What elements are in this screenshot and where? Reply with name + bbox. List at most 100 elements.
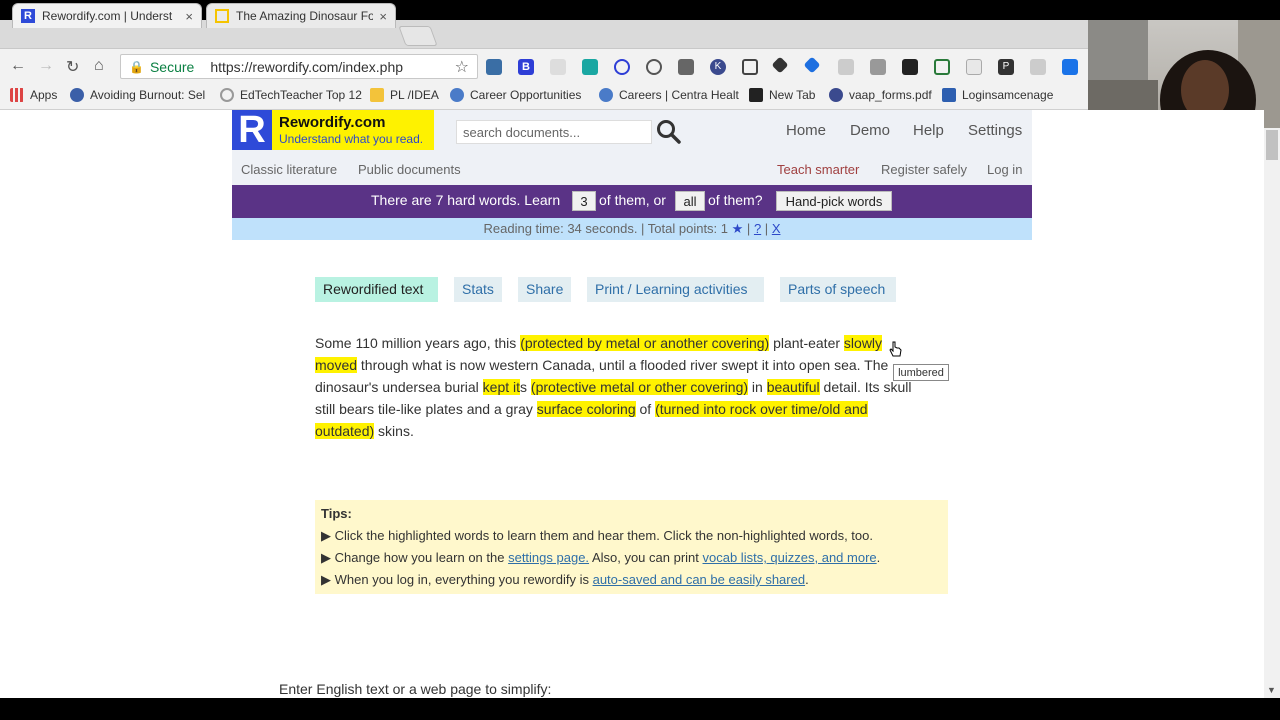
extension-icon[interactable] — [870, 59, 886, 75]
tab-parts-of-speech[interactable]: Parts of speech — [780, 277, 896, 302]
text[interactable]: dinosaur's undersea burial — [315, 379, 483, 395]
extension-icon[interactable] — [902, 59, 918, 75]
address-bar[interactable]: 🔒 Secure https://rewordify.com/index.php… — [120, 54, 478, 79]
play-extension-icon[interactable] — [614, 59, 630, 75]
national-geographic-favicon-icon — [215, 9, 229, 23]
highlighted-word[interactable]: slowly — [843, 335, 883, 351]
extension-b-icon[interactable]: B — [518, 59, 534, 75]
search-input[interactable]: search documents... — [456, 120, 652, 144]
highlighted-word[interactable]: beautiful — [766, 379, 820, 395]
bookmark-item[interactable]: Loginsamcenage — [942, 88, 1053, 102]
reading-time-bar: Reading time: 34 seconds. | Total points… — [232, 218, 1032, 240]
close-icon[interactable]: × — [185, 9, 193, 24]
highlighted-word[interactable]: moved — [315, 357, 358, 373]
tab-rewordify[interactable]: R Rewordify.com | Underst × — [12, 3, 202, 28]
highlighted-word[interactable]: surface coloring — [536, 401, 636, 417]
bookmark-item[interactable]: Avoiding Burnout: Sel — [70, 88, 205, 102]
nav-settings[interactable]: Settings — [968, 122, 1022, 139]
search-icon[interactable] — [656, 119, 682, 145]
extension-icon[interactable] — [582, 59, 598, 75]
subnav-classic-literature[interactable]: Classic literature — [241, 162, 337, 177]
home-icon[interactable]: ⌂ — [94, 57, 104, 75]
extension-icon[interactable] — [1030, 59, 1046, 75]
tab-print-learning-activities[interactable]: Print / Learning activities — [587, 277, 764, 302]
logo-title[interactable]: Rewordify.com — [279, 114, 385, 131]
subnav-login[interactable]: Log in — [987, 162, 1022, 177]
forward-arrow-icon[interactable]: → — [38, 57, 54, 75]
close-icon[interactable]: × — [379, 9, 387, 24]
nav-home[interactable]: Home — [786, 122, 826, 139]
highlighted-word[interactable]: kept it — [482, 379, 521, 395]
reload-icon[interactable]: ↻ — [66, 57, 79, 77]
text[interactable]: detail. Its skull — [820, 379, 912, 395]
hand-cursor-icon — [889, 341, 902, 357]
bookmark-item[interactable]: vaap_forms.pdf — [829, 88, 932, 102]
tip-item: ▶ Change how you learn on the settings p… — [321, 550, 881, 565]
subnav-public-documents[interactable]: Public documents — [358, 162, 461, 177]
bookmark-item[interactable]: Career Opportunities — [450, 88, 581, 102]
scroll-down-arrow-icon[interactable]: ▼ — [1267, 685, 1276, 695]
vocab-lists-link[interactable]: vocab lists, quizzes, and more — [703, 550, 877, 565]
text[interactable]: in — [748, 379, 767, 395]
sam-logo-icon — [942, 88, 956, 102]
extension-icon[interactable] — [742, 59, 758, 75]
settings-page-link[interactable]: settings page. — [508, 550, 589, 565]
bookmarks-bar: Apps Avoiding Burnout: Sel EdTechTeacher… — [0, 83, 1088, 110]
bookmark-apps[interactable]: Apps — [10, 88, 57, 102]
subnav-teach-smarter[interactable]: Teach smarter — [777, 162, 859, 177]
text[interactable]: through what is now western Canada, unti… — [357, 357, 888, 373]
text[interactable]: skins. — [374, 423, 414, 439]
globe-icon — [599, 88, 613, 102]
bookmark-item[interactable]: Careers | Centra Healt — [599, 88, 739, 102]
text[interactable]: still bears tile-like plates and a gray — [315, 401, 537, 417]
bullet-arrow-icon: ▶ — [321, 572, 331, 587]
text[interactable]: plant-eater — [769, 335, 844, 351]
help-link[interactable]: ? — [754, 221, 761, 236]
text[interactable]: s — [520, 379, 531, 395]
bookmark-item[interactable]: EdTechTeacher Top 12 — [220, 88, 362, 102]
text[interactable]: of — [636, 401, 655, 417]
screen-bottom-border — [0, 698, 1280, 720]
word-count-input[interactable]: 3 — [572, 191, 596, 211]
extension-p-icon[interactable]: P — [998, 59, 1014, 75]
text[interactable]: Some 110 million years ago, this — [315, 335, 520, 351]
bookmark-star-icon[interactable]: ☆ — [455, 57, 469, 77]
highlighted-word[interactable]: outdated) — [315, 423, 375, 439]
extension-icon[interactable] — [550, 59, 566, 75]
back-arrow-icon[interactable]: ← — [10, 57, 26, 75]
all-words-select[interactable]: all — [675, 191, 705, 211]
highlighted-word[interactable]: (protective metal or other covering) — [530, 379, 749, 395]
auto-saved-link[interactable]: auto-saved and can be easily shared — [593, 572, 805, 587]
scrollbar-thumb[interactable] — [1266, 130, 1278, 160]
highlighted-word[interactable]: (protected by metal or another covering) — [520, 335, 770, 351]
highlighted-word[interactable]: (turned into rock over time/old and — [655, 401, 868, 417]
logo-r-mark[interactable]: R — [232, 110, 272, 150]
tab-share[interactable]: Share — [518, 277, 571, 302]
subnav-register[interactable]: Register safely — [881, 162, 967, 177]
nav-help[interactable]: Help — [913, 122, 944, 139]
bookmark-folder[interactable]: PL /IDEA — [370, 88, 439, 102]
extension-icon[interactable] — [934, 59, 950, 75]
url-text: https://rewordify.com/index.php — [210, 58, 404, 75]
extension-icon[interactable] — [678, 59, 694, 75]
close-reading-bar-link[interactable]: X — [772, 221, 781, 236]
tab-stats[interactable]: Stats — [454, 277, 502, 302]
nav-demo[interactable]: Demo — [850, 122, 890, 139]
tab-rewordified-text[interactable]: Rewordified text — [315, 277, 438, 302]
page-scrollbar[interactable] — [1264, 128, 1280, 698]
new-tab-button[interactable] — [398, 26, 438, 46]
tab-dinosaur[interactable]: The Amazing Dinosaur Fo × — [206, 3, 396, 28]
extension-icon[interactable] — [486, 59, 502, 75]
star-icon: ★ — [731, 221, 744, 236]
tip-item: ▶ When you log in, everything you reword… — [321, 572, 809, 587]
extension-icon[interactable] — [646, 59, 662, 75]
extension-icon[interactable] — [1062, 59, 1078, 75]
apps-grid-icon — [10, 88, 24, 102]
extension-icon[interactable] — [966, 59, 982, 75]
extension-icon[interactable] — [838, 59, 854, 75]
word-tooltip: lumbered — [893, 364, 949, 381]
hand-pick-words-button[interactable]: Hand-pick words — [776, 191, 892, 211]
lock-icon: 🔒 — [129, 59, 144, 74]
bookmark-item[interactable]: New Tab — [749, 88, 815, 102]
extension-k-icon[interactable]: K — [710, 59, 726, 75]
